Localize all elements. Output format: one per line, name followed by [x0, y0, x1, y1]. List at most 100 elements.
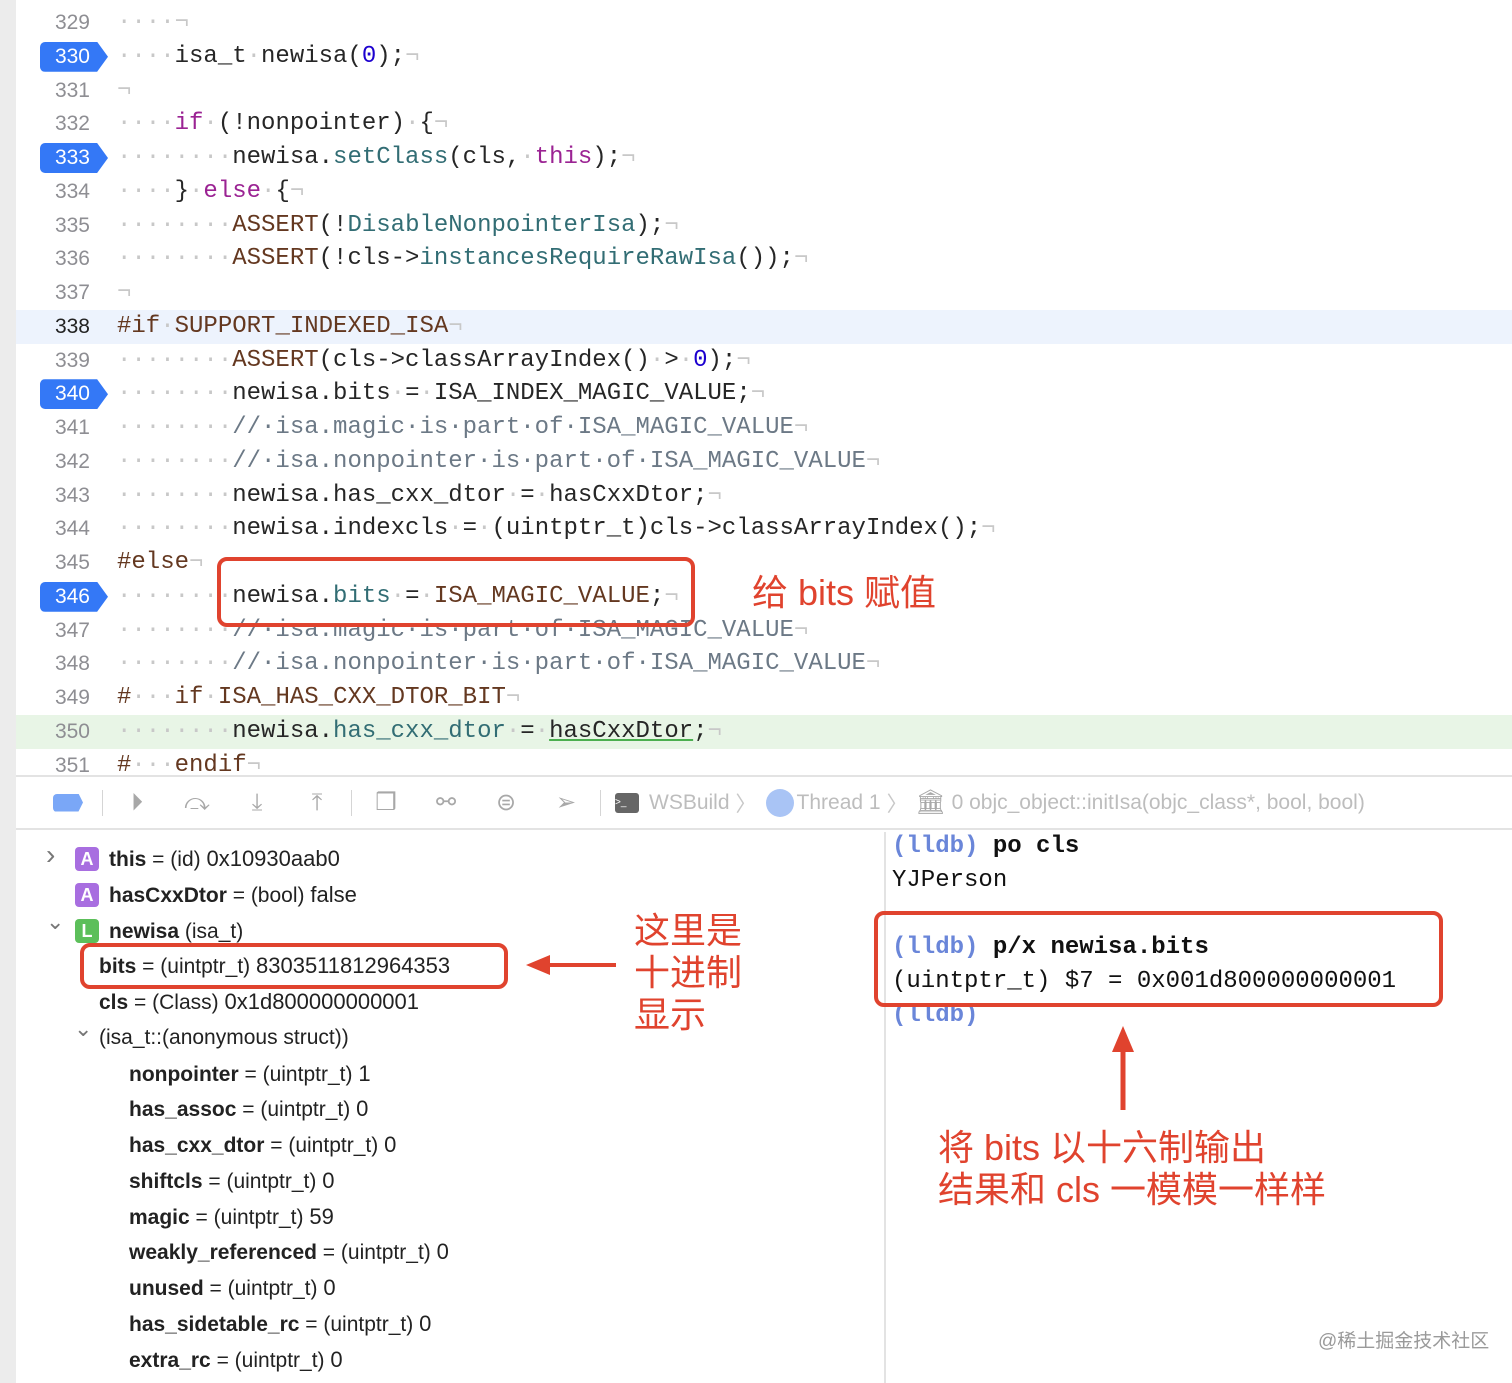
line-number[interactable]: 336 [36, 242, 90, 276]
line-number[interactable]: 331 [36, 74, 90, 108]
variable-name: magic [129, 1205, 190, 1229]
variable-row[interactable]: has_cxx_dtor = (uintptr_t) 0 [16, 1127, 876, 1163]
code-line[interactable]: 330 ····isa_t·newisa(0);¬ [16, 40, 1512, 74]
memory-graph-icon[interactable]: ⚯ [416, 783, 476, 823]
view-hierarchy-icon[interactable]: ❒ [356, 783, 416, 823]
code-token: (!nonpointer) [217, 110, 406, 138]
variable-name: shiftcls [129, 1169, 203, 1193]
code-token: newisa.indexcls [232, 515, 449, 543]
line-number[interactable]: 346 [36, 580, 90, 614]
simulate-location-icon[interactable]: ➢ [536, 783, 596, 823]
code-line[interactable]: 344 ········newisa.indexcls·=·(uintptr_t)… [16, 512, 1512, 546]
variable-row[interactable]: shiftcls = (uintptr_t) 0 [16, 1163, 876, 1199]
code-line[interactable]: 343 ········newisa.has_cxx_dtor·=·hasCxxD… [16, 479, 1512, 513]
code-text: ········newisa.indexcls·=·(uintptr_t)cls… [117, 512, 996, 546]
whitespace-marker: ········ [117, 211, 233, 239]
chevron-right-icon[interactable]: › [46, 839, 55, 871]
chevron-down-icon[interactable]: ⌄ [74, 1016, 92, 1042]
line-number[interactable]: 339 [36, 344, 90, 378]
line-number[interactable]: 338 [36, 310, 90, 344]
line-number[interactable]: 333 [36, 141, 90, 175]
line-number[interactable]: 332 [36, 107, 90, 141]
line-number[interactable]: 329 [36, 6, 90, 40]
variable-value: 0 [322, 1167, 335, 1193]
step-over-icon[interactable]: ⤼ [167, 783, 227, 823]
code-line[interactable]: 329 ····¬ [16, 6, 1512, 40]
variable-row[interactable]: nonpointer = (uintptr_t) 1 [16, 1056, 876, 1092]
variable-row[interactable]: AhasCxxDtor = (bool) false [16, 877, 876, 913]
line-number[interactable]: 343 [36, 479, 90, 513]
code-line[interactable]: 338 #if·SUPPORT_INDEXED_ISA¬ [16, 309, 1512, 344]
variable-value: 0 [356, 1096, 369, 1122]
line-number[interactable]: 340 [36, 377, 90, 411]
code-line[interactable]: 337 ¬ [16, 276, 1512, 310]
variable-row[interactable]: › Athis = (id) 0x10930aab0 [16, 839, 876, 877]
line-number[interactable]: 330 [36, 40, 90, 74]
chevron-down-icon[interactable]: ⌄ [46, 909, 64, 935]
environment-overrides-icon[interactable]: ⊜ [476, 783, 536, 823]
whitespace-marker: ········ [117, 144, 233, 171]
line-number[interactable]: 337 [36, 276, 90, 310]
variable-row[interactable]: weakly_referenced = (uintptr_t) 0 [16, 1234, 876, 1270]
variable-name: weakly_referenced [129, 1241, 317, 1265]
variable-row[interactable]: has_assoc = (uintptr_t) 0 [16, 1091, 876, 1127]
line-number[interactable]: 334 [36, 175, 90, 209]
line-number[interactable]: 350 [36, 715, 90, 749]
line-number[interactable]: 341 [36, 411, 90, 445]
code-text: ····if·(!nonpointer)·{¬ [117, 107, 448, 141]
code-line[interactable]: 331 ¬ [16, 74, 1512, 108]
whitespace-marker: ········ [117, 245, 233, 273]
code-line[interactable]: 342 ········//·isa.nonpointer·is·part·of·… [16, 445, 1512, 479]
whitespace-marker: · [405, 110, 420, 138]
code-text: #if·SUPPORT_INDEXED_ISA¬ [117, 310, 463, 344]
breadcrumb-thread[interactable]: Thread 1 [797, 791, 881, 815]
code-text: ····}·else·{¬ [117, 175, 304, 209]
code-line[interactable]: 349 #···if·ISA_HAS_CXX_DTOR_BIT¬ [16, 681, 1512, 715]
variable-row[interactable]: unused = (uintptr_t) 0 [16, 1270, 876, 1306]
code-line[interactable]: 350 ········newisa.has_cxx_dtor·=·hasCxxD… [16, 714, 1512, 749]
code-text: ¬ [117, 276, 131, 310]
line-end-marker: ¬ [433, 110, 449, 138]
variable-row[interactable]: cls = (Class) 0x1d800000000001 [16, 984, 876, 1020]
variable-row[interactable]: ⌄ (isa_t::(anonymous struct)) [16, 1016, 876, 1056]
step-into-icon[interactable]: ⤓ [227, 783, 287, 823]
whitespace-marker: · [505, 717, 521, 745]
line-end-marker: ¬ [981, 515, 996, 543]
code-token: ); [707, 346, 737, 374]
line-number[interactable]: 348 [36, 647, 90, 681]
line-number[interactable]: 347 [36, 614, 90, 648]
line-number[interactable]: 344 [36, 512, 90, 546]
variable-name: nonpointer [129, 1062, 239, 1086]
breakpoints-toggle-icon[interactable] [38, 783, 98, 823]
code-line[interactable]: 348 ········//·isa.nonpointer·is·part·of·… [16, 647, 1512, 681]
breadcrumb-frame[interactable]: 0 objc_object::initIsa(objc_class*, bool… [952, 791, 1365, 815]
breadcrumb-target[interactable]: WSBuild [649, 791, 730, 815]
code-token: if [174, 684, 204, 711]
line-number[interactable]: 342 [36, 445, 90, 479]
code-text: ········//·isa.magic·is·part·of·ISA_MAGI… [117, 411, 808, 445]
annotation-box-code [217, 557, 695, 627]
line-number[interactable]: 335 [36, 209, 90, 243]
code-line[interactable]: 339 ········ASSERT(cls->classArrayIndex()… [16, 344, 1512, 378]
variable-row[interactable]: extra_rc = (uintptr_t) 0 [16, 1342, 876, 1378]
code-line[interactable]: 335 ········ASSERT(!DisableNonpointerIsa)… [16, 209, 1512, 243]
code-line[interactable]: 336 ········ASSERT(!cls->instancesRequire… [16, 242, 1512, 276]
code-text: #···if·ISA_HAS_CXX_DTOR_BIT¬ [117, 681, 520, 715]
code-line[interactable]: 341 ········//·isa.magic·is·part·of·ISA_M… [16, 411, 1512, 445]
variables-view[interactable]: › Athis = (id) 0x10930aab0 AhasCxxDtor = (… [16, 832, 884, 1383]
continue-icon[interactable]: ⏵ [107, 783, 167, 823]
variable-row[interactable]: magic = (uintptr_t) 59 [16, 1199, 876, 1235]
code-line[interactable]: 340 ········newisa.bits·=·ISA_INDEX_MAGIC… [16, 377, 1512, 411]
variable-type: (uintptr_t) [262, 1062, 353, 1086]
code-line[interactable]: 334 ····}·else·{¬ [16, 175, 1512, 209]
variable-text: hasCxxDtor = (bool) false [109, 881, 357, 907]
code-token: ISA_HAS_CXX_DTOR_BIT [217, 684, 506, 711]
line-number[interactable]: 345 [36, 546, 90, 580]
code-editor[interactable]: 329 ····¬ 330 ····isa_t·newisa(0);¬ 331 ¬ 332 ·… [16, 0, 1512, 779]
whitespace-marker: · [477, 515, 492, 543]
code-line[interactable]: 333 ········newisa.setClass(cls,·this);¬ [16, 141, 1512, 175]
line-number[interactable]: 349 [36, 681, 90, 715]
code-line[interactable]: 332 ····if·(!nonpointer)·{¬ [16, 107, 1512, 141]
step-out-icon[interactable]: ⤒ [287, 783, 347, 823]
variable-row[interactable]: has_sidetable_rc = (uintptr_t) 0 [16, 1306, 876, 1342]
